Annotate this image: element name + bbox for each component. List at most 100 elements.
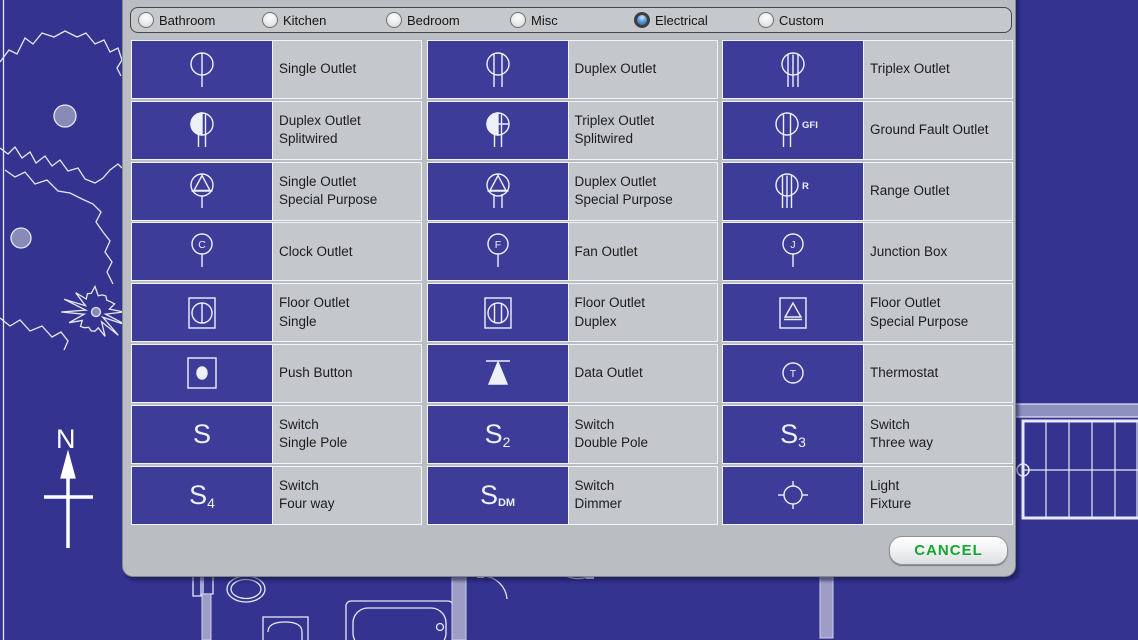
fan-outlet-icon: F <box>428 223 568 280</box>
symbol-cell-switch-double-pole[interactable]: S2Switch Double Pole <box>427 405 718 464</box>
svg-text:J: J <box>790 239 795 251</box>
symbol-label: Floor Outlet Special Purpose <box>863 284 1012 341</box>
symbol-label: Ground Fault Outlet <box>863 102 1012 159</box>
blueprint-canvas: N <box>0 0 1138 640</box>
symbol-label: Junction Box <box>863 223 1012 280</box>
radio-circle-icon <box>758 12 774 28</box>
svg-text:F: F <box>494 239 500 251</box>
symbol-label: Range Outlet <box>863 163 1012 220</box>
door-frame <box>193 569 213 640</box>
symbol-label: Switch Four way <box>272 467 421 524</box>
tree-icon <box>0 318 68 350</box>
svg-text:T: T <box>790 368 797 380</box>
staircase-icon <box>1017 421 1138 518</box>
symbol-label: Floor Outlet Single <box>272 284 421 341</box>
symbol-label: Clock Outlet <box>272 223 421 280</box>
symbol-cell-single-outlet-special-purpose[interactable]: Single Outlet Special Purpose <box>131 162 422 221</box>
tree-trunk-icon <box>92 308 101 317</box>
duplex-outlet-icon <box>428 41 568 98</box>
symbol-cell-switch-dimmer[interactable]: SDMSwitch Dimmer <box>427 466 718 525</box>
svg-text:R: R <box>802 181 809 192</box>
radio-circle-icon <box>262 12 278 28</box>
radio-misc[interactable]: Misc <box>510 12 634 28</box>
svg-text:C: C <box>198 239 206 251</box>
symbol-cell-single-outlet[interactable]: Single Outlet <box>131 40 422 99</box>
radio-label: Bedroom <box>407 13 460 28</box>
symbol-cell-data-outlet[interactable]: Data Outlet <box>427 344 718 403</box>
compass-label: N <box>56 424 76 454</box>
symbol-cell-push-button[interactable]: Push Button <box>131 344 422 403</box>
floor-outlet-special-purpose-icon <box>723 284 863 341</box>
radio-label: Misc <box>531 13 558 28</box>
radio-label: Custom <box>779 13 824 28</box>
symbol-label: Duplex Outlet Splitwired <box>272 102 421 159</box>
ground-fault-outlet-icon: GFI <box>723 102 863 159</box>
bathtub-icon <box>346 601 453 640</box>
thermostat-icon: T <box>723 345 863 402</box>
symbol-cell-thermostat[interactable]: T Thermostat <box>722 344 1013 403</box>
svg-text:GFI: GFI <box>802 120 818 131</box>
symbol-cell-junction-box[interactable]: J Junction Box <box>722 222 1013 281</box>
symbol-cell-switch-single-pole[interactable]: SSwitch Single Pole <box>131 405 422 464</box>
symbol-cell-floor-outlet-special-purpose[interactable]: Floor Outlet Special Purpose <box>722 283 1013 342</box>
toilet-icon <box>227 576 265 602</box>
compass-arrow-icon <box>44 452 93 548</box>
symbol-cell-floor-outlet-duplex[interactable]: Floor Outlet Duplex <box>427 283 718 342</box>
symbol-cell-clock-outlet[interactable]: C Clock Outlet <box>131 222 422 281</box>
tree-icon <box>0 147 122 183</box>
symbol-label: Triplex Outlet Splitwired <box>568 102 717 159</box>
radio-electrical[interactable]: Electrical <box>634 12 758 28</box>
symbol-label: Duplex Outlet <box>568 41 717 98</box>
tree-icon <box>5 170 113 284</box>
radio-bedroom[interactable]: Bedroom <box>386 12 510 28</box>
switch-three-way-icon: S3 <box>723 406 863 463</box>
cancel-button[interactable]: CANCEL <box>889 536 1008 565</box>
symbol-cell-ground-fault-outlet[interactable]: GFI Ground Fault Outlet <box>722 101 1013 160</box>
symbol-cell-triplex-outlet-splitwired[interactable]: Triplex Outlet Splitwired <box>427 101 718 160</box>
radio-kitchen[interactable]: Kitchen <box>262 12 386 28</box>
symbol-label: Switch Dimmer <box>568 467 717 524</box>
symbol-cell-floor-outlet-single[interactable]: Floor Outlet Single <box>131 283 422 342</box>
symbol-label: Switch Single Pole <box>272 406 421 463</box>
symbol-label: Switch Three way <box>863 406 1012 463</box>
tree-icon <box>0 31 122 76</box>
switch-four-way-icon: S4 <box>132 467 272 524</box>
triplex-outlet-splitwired-icon <box>428 102 568 159</box>
sink-icon <box>263 617 308 640</box>
symbol-label: Data Outlet <box>568 345 717 402</box>
single-outlet-icon <box>132 41 272 98</box>
wall-segment <box>452 575 466 640</box>
symbol-cell-duplex-outlet-special-purpose[interactable]: Duplex Outlet Special Purpose <box>427 162 718 221</box>
symbol-picker-dialog: BathroomKitchen Bedroom Misc Electrical Cust… <box>122 0 1016 577</box>
symbol-cell-switch-three-way[interactable]: S3Switch Three way <box>722 405 1013 464</box>
junction-box-icon: J <box>723 223 863 280</box>
symbol-cell-triplex-outlet[interactable]: Triplex Outlet <box>722 40 1013 99</box>
single-outlet-special-purpose-icon <box>132 163 272 220</box>
radio-bathroom[interactable]: Bathroom <box>138 12 262 28</box>
data-outlet-icon <box>428 345 568 402</box>
light-fixture-icon <box>723 467 863 524</box>
symbol-cell-duplex-outlet-splitwired[interactable]: Duplex Outlet Splitwired <box>131 101 422 160</box>
symbol-label: Fan Outlet <box>568 223 717 280</box>
switch-double-pole-icon: S2 <box>428 406 568 463</box>
wall-segment <box>1016 404 1138 417</box>
wall-segment <box>820 577 833 638</box>
radio-circle-icon <box>510 12 526 28</box>
radio-custom[interactable]: Custom <box>758 12 882 28</box>
radio-circle-icon <box>386 12 402 28</box>
symbol-cell-light-fixture[interactable]: Light Fixture <box>722 466 1013 525</box>
symbol-label: Push Button <box>272 345 421 402</box>
switch-dimmer-icon: SDM <box>428 467 568 524</box>
symbol-cell-fan-outlet[interactable]: F Fan Outlet <box>427 222 718 281</box>
symbol-cell-range-outlet[interactable]: R Range Outlet <box>722 162 1013 221</box>
symbol-label: Duplex Outlet Special Purpose <box>568 163 717 220</box>
symbol-cell-switch-four-way[interactable]: S4Switch Four way <box>131 466 422 525</box>
switch-single-pole-icon: S <box>132 406 272 463</box>
symbol-label: Light Fixture <box>863 467 1012 524</box>
radio-circle-icon <box>634 12 650 28</box>
symbol-cell-duplex-outlet[interactable]: Duplex Outlet <box>427 40 718 99</box>
symbol-grid: Single Outlet Duplex OutletTriplex Outlet… <box>131 40 1013 525</box>
symbol-label: Thermostat <box>863 345 1012 402</box>
symbol-label: Switch Double Pole <box>568 406 717 463</box>
symbol-label: Single Outlet <box>272 41 421 98</box>
